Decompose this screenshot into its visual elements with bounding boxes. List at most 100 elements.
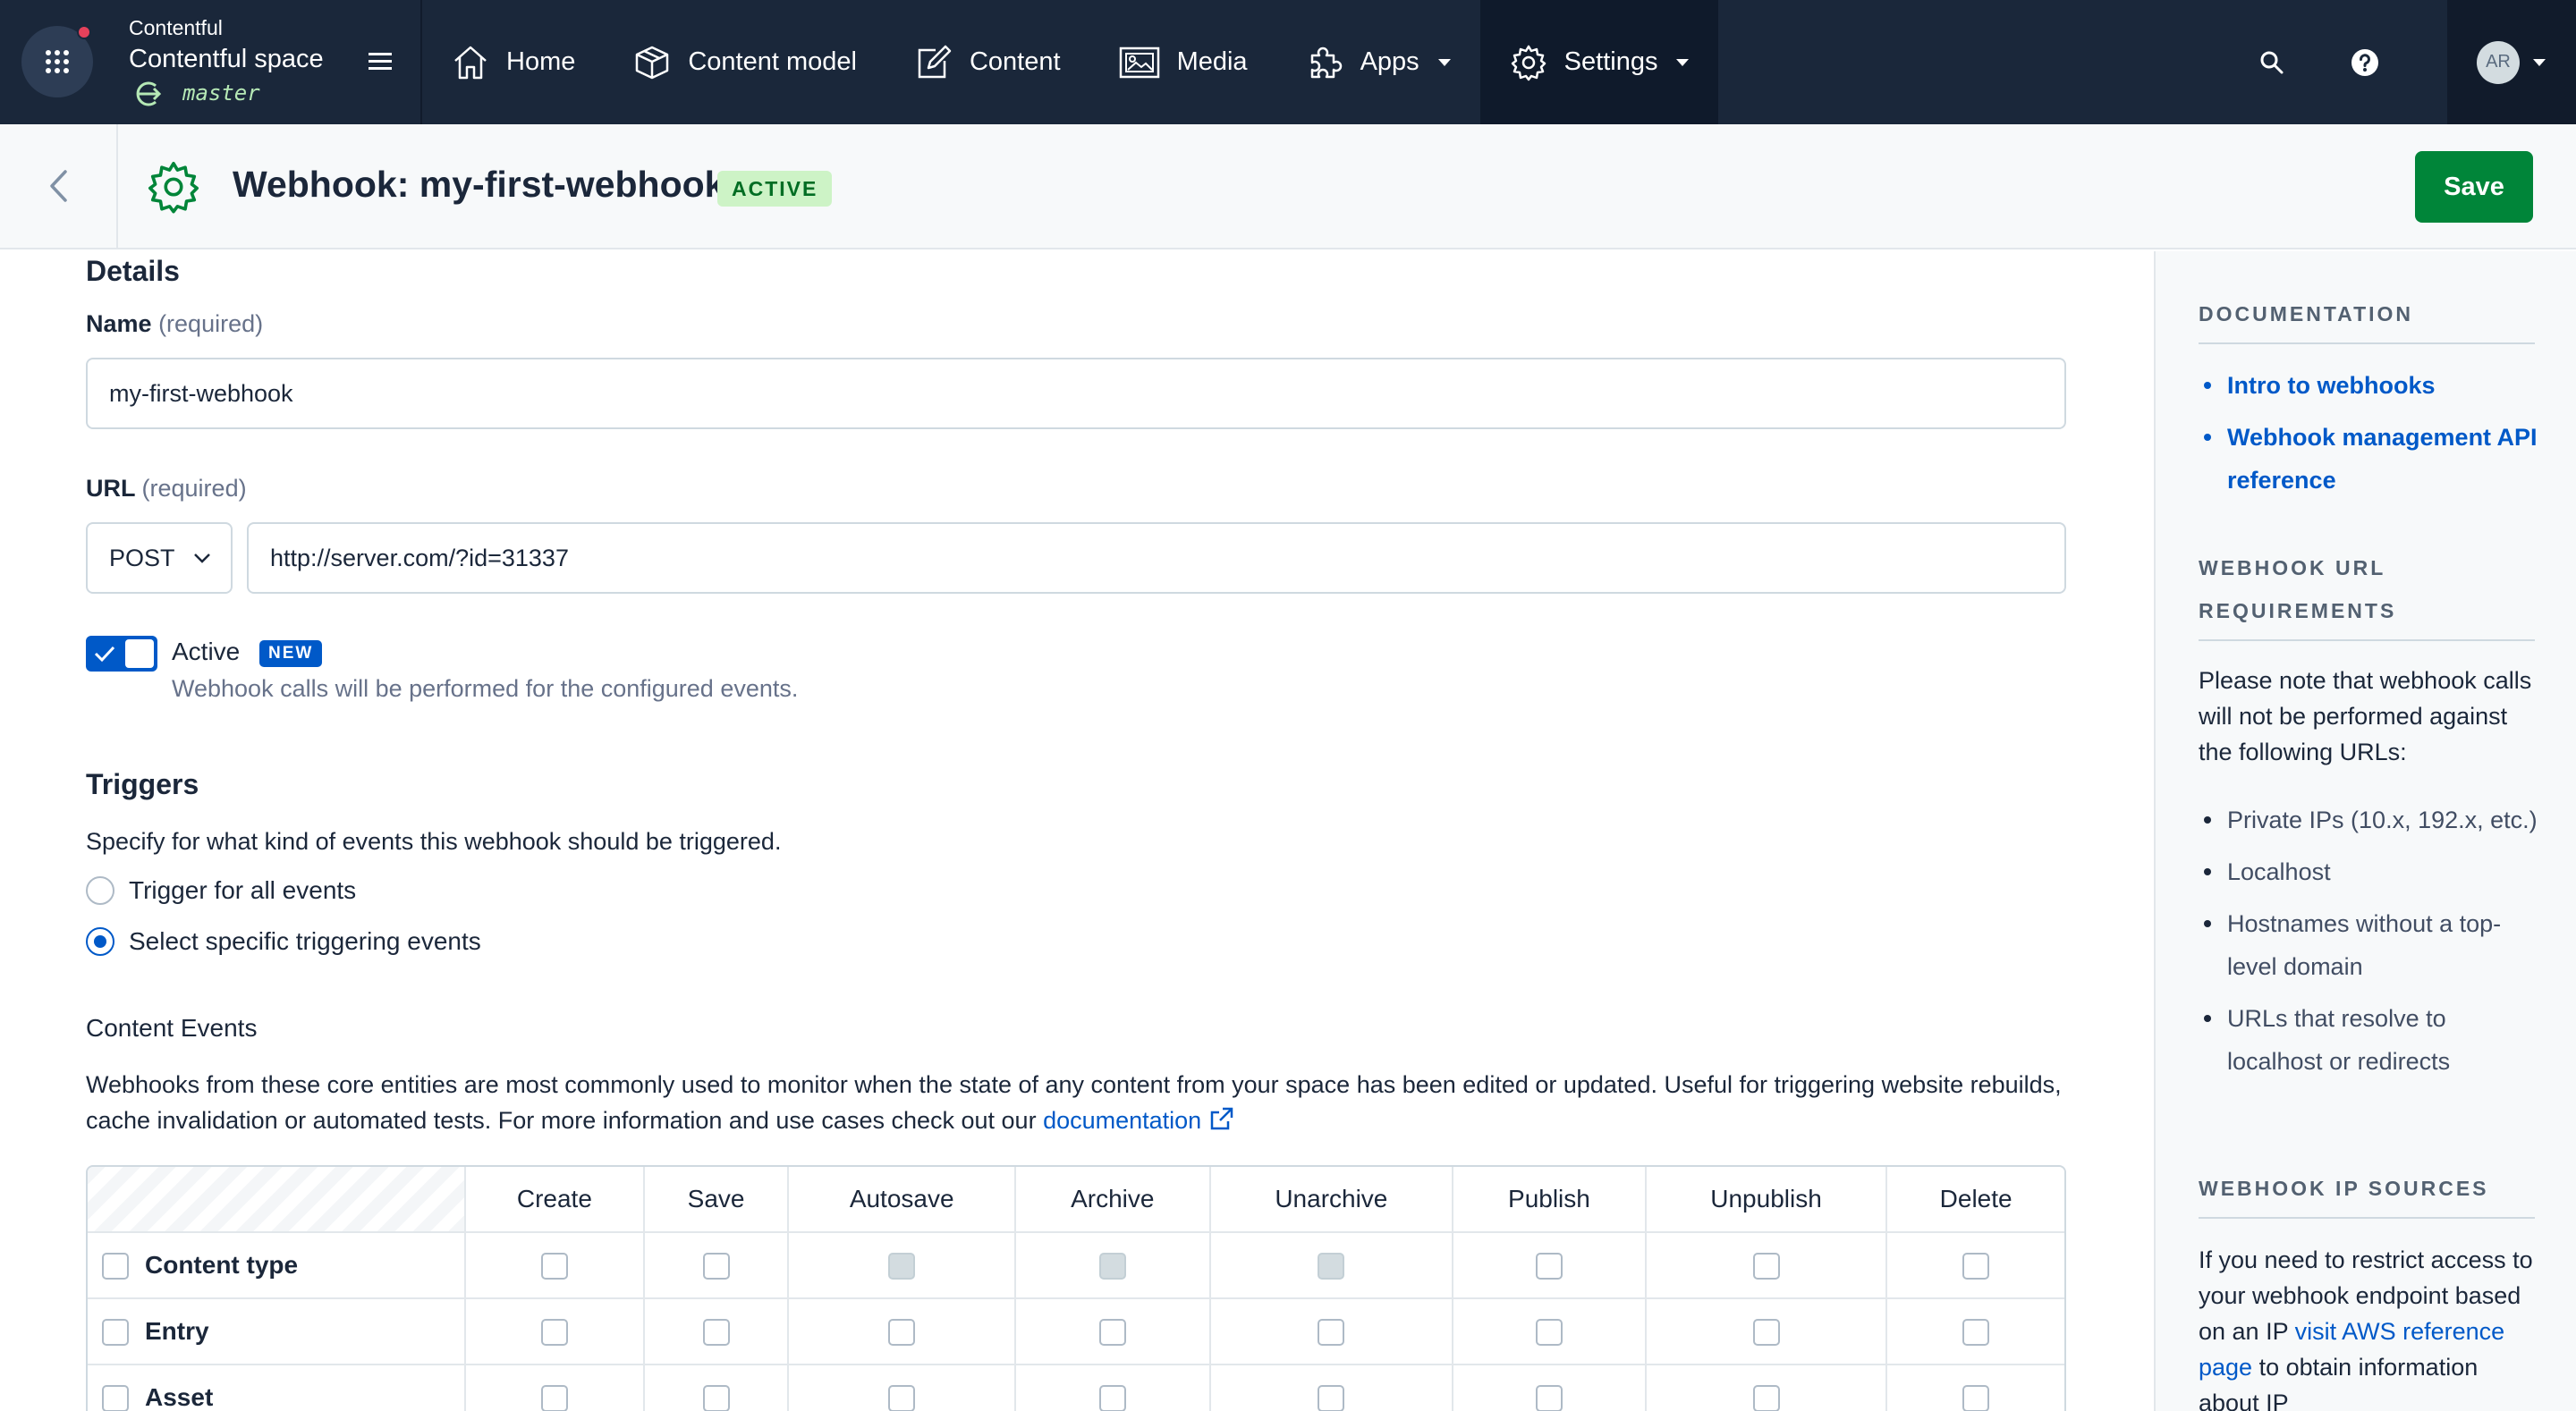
nav-item-media[interactable]: Media [1089, 0, 1276, 124]
caret-down-icon [2533, 58, 2546, 66]
event-cell [1647, 1365, 1888, 1411]
event-checkbox-disabled [888, 1253, 916, 1280]
puzzle-icon [1310, 46, 1342, 78]
radio-label-specific: Select specific triggering events [129, 927, 481, 955]
event-checkbox[interactable] [1098, 1385, 1126, 1411]
search-button[interactable] [2225, 0, 2318, 124]
event-checkbox[interactable] [1318, 1319, 1345, 1347]
search-icon [2260, 51, 2284, 73]
event-cell [1210, 1233, 1454, 1299]
doc-link-intro[interactable]: Intro to webhooks [2199, 364, 2547, 407]
ip-sources-heading: WEBHOOK IP SOURCES [2199, 1167, 2535, 1219]
radio-trigger-all[interactable]: Trigger for all events [86, 876, 356, 905]
event-checkbox[interactable] [888, 1319, 916, 1347]
webhook-form: Details Name (required) my-first-webhook… [0, 251, 2154, 1411]
chevron-left-icon [50, 170, 67, 202]
documentation-heading: DOCUMENTATION [2199, 292, 2535, 344]
row-label: Entry [145, 1316, 209, 1345]
event-checkbox[interactable] [1098, 1319, 1126, 1347]
radio-button-selected[interactable] [86, 927, 114, 956]
event-checkbox[interactable] [1535, 1385, 1563, 1411]
event-checkbox[interactable] [1962, 1319, 1990, 1347]
nav-label-content-model: Content model [688, 47, 857, 76]
space-name: Contentful space [129, 45, 324, 73]
column-header: Archive [1015, 1167, 1211, 1233]
event-cell [1646, 1233, 1888, 1299]
event-cell [1453, 1233, 1647, 1299]
event-checkbox[interactable] [540, 1385, 568, 1411]
event-checkbox[interactable] [1535, 1253, 1563, 1280]
nav-right-actions: AR [2225, 0, 2576, 124]
nav-item-apps[interactable]: Apps [1276, 0, 1480, 124]
environment-name: master [182, 80, 260, 106]
content-events-heading: Content Events [86, 1014, 258, 1042]
event-checkbox[interactable] [702, 1253, 730, 1280]
event-checkbox[interactable] [1962, 1253, 1990, 1280]
nav-item-content[interactable]: Content [886, 0, 1089, 124]
nav-item-content-model[interactable]: Content model [604, 0, 886, 124]
radio-label-all: Trigger for all events [129, 876, 357, 904]
url-input[interactable]: http://server.com/?id=31337 [247, 522, 2066, 594]
edit-icon [918, 45, 952, 78]
event-cell [1887, 1299, 2064, 1365]
nav-label-apps: Apps [1360, 47, 1419, 76]
media-icon [1119, 46, 1159, 78]
radio-trigger-specific[interactable]: Select specific triggering events [86, 927, 481, 956]
table-corner-cell [88, 1167, 467, 1233]
row-header-cell: Entry [88, 1299, 467, 1365]
event-checkbox[interactable] [1752, 1319, 1780, 1347]
event-checkbox[interactable] [702, 1385, 730, 1411]
event-cell [1211, 1365, 1454, 1411]
event-checkbox[interactable] [1962, 1385, 1990, 1411]
event-cell [644, 1299, 790, 1365]
account-menu[interactable]: AR [2447, 0, 2576, 124]
documentation-link[interactable]: documentation [1043, 1107, 1201, 1134]
save-button[interactable]: Save [2415, 151, 2533, 223]
event-checkbox[interactable] [702, 1319, 730, 1347]
triggers-description: Specify for what kind of events this web… [86, 828, 782, 855]
event-checkbox[interactable] [1752, 1385, 1780, 1411]
column-header: Create [466, 1167, 645, 1233]
event-checkbox[interactable] [1318, 1385, 1345, 1411]
nav-item-settings[interactable]: Settings [1479, 0, 1719, 124]
status-badge: ACTIVE [717, 171, 833, 207]
help-button[interactable] [2318, 0, 2411, 124]
row-header-cell: Content type [88, 1233, 467, 1299]
chevron-down-icon [194, 553, 210, 563]
event-cell [789, 1299, 1016, 1365]
http-method-select[interactable]: POST [86, 522, 233, 594]
list-item: URLs that resolve to localhost or redire… [2199, 997, 2547, 1083]
event-checkbox[interactable] [888, 1385, 916, 1411]
gear-icon [1511, 45, 1546, 80]
back-button[interactable] [0, 124, 118, 248]
row-select-all-checkbox[interactable] [102, 1385, 129, 1411]
nav-item-home[interactable]: Home [422, 0, 604, 124]
content-events-description: Webhooks from these core entities are mo… [86, 1067, 2080, 1138]
column-header: Unarchive [1210, 1167, 1454, 1233]
name-input[interactable]: my-first-webhook [86, 358, 2066, 429]
event-checkbox[interactable] [1535, 1319, 1563, 1347]
details-heading: Details [86, 255, 180, 287]
event-checkbox[interactable] [540, 1253, 568, 1280]
external-link-icon[interactable] [1208, 1105, 1235, 1132]
url-label: URL (required) [86, 475, 247, 503]
radio-button[interactable] [86, 876, 114, 905]
row-select-all-checkbox[interactable] [102, 1319, 129, 1347]
event-cell [645, 1365, 790, 1411]
environment-icon [136, 81, 162, 106]
active-toggle[interactable] [86, 636, 157, 672]
event-checkbox[interactable] [1752, 1253, 1780, 1280]
row-label: Content type [145, 1250, 299, 1279]
space-switcher[interactable]: Contentful Contentful space master [0, 0, 420, 124]
webhook-gear-icon [148, 162, 199, 214]
name-label: Name (required) [86, 310, 263, 338]
row-label: Asset [145, 1382, 214, 1411]
row-select-all-checkbox[interactable] [102, 1253, 129, 1280]
doc-link-api-reference[interactable]: Webhook management API reference [2199, 416, 2547, 502]
column-header: Publish [1453, 1167, 1647, 1233]
column-header: Delete [1887, 1167, 2064, 1233]
content-model-icon [636, 46, 669, 79]
event-checkbox[interactable] [540, 1319, 568, 1347]
http-method-value: POST [109, 544, 175, 571]
menu-icon[interactable] [367, 50, 394, 73]
